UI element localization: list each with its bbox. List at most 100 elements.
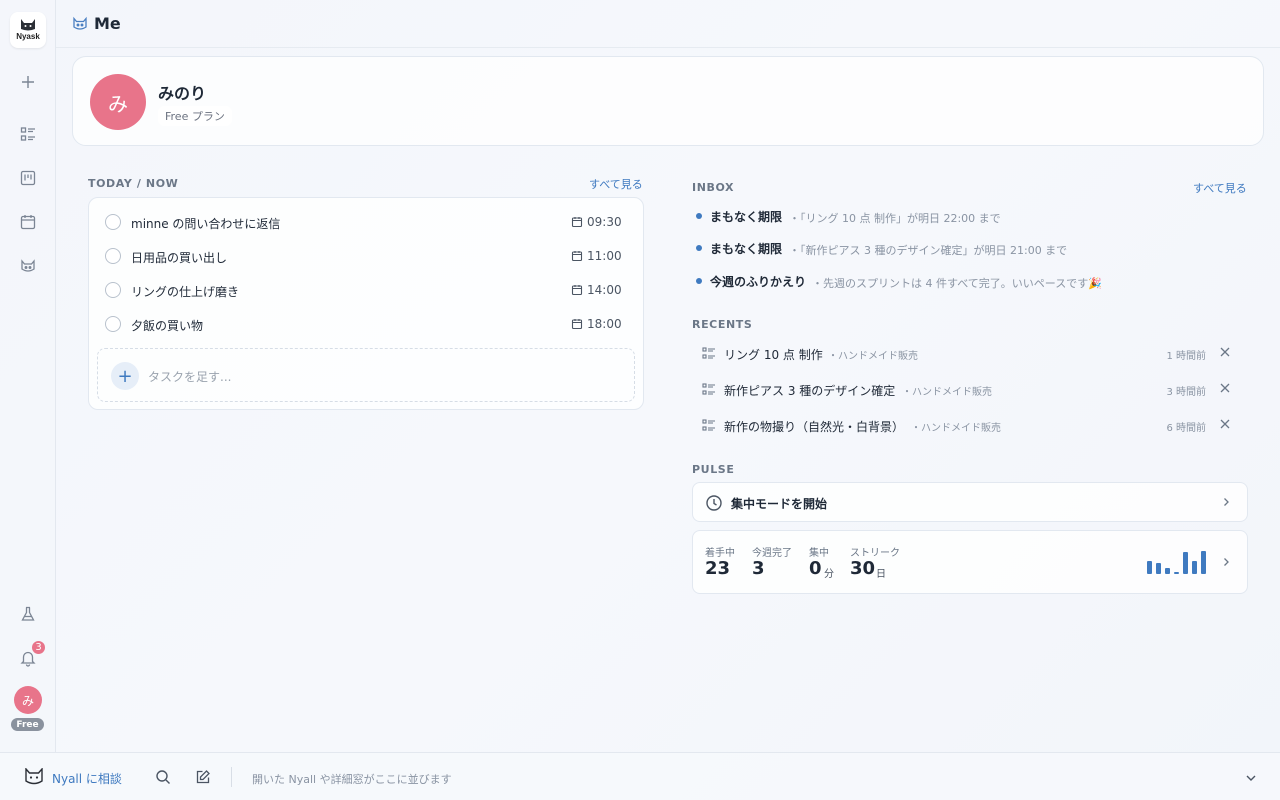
sparkline-bar xyxy=(1174,572,1179,574)
inbox-item-title: まもなく期限 xyxy=(710,210,783,224)
stats-card[interactable]: 着手中 23 今週完了 3 集中 0 分 ストリーク 30 日 xyxy=(692,530,1248,594)
today-see-all-link[interactable]: すべて見る xyxy=(589,176,643,192)
compose-icon[interactable] xyxy=(195,769,211,785)
page-header: Me xyxy=(56,0,1280,48)
inbox-see-all-link[interactable]: すべて見る xyxy=(1193,180,1247,196)
task-row[interactable]: 日用品の買い出し 11:00 xyxy=(89,239,645,273)
recent-item-project: ・ハンドメイド販売 xyxy=(911,423,1001,434)
task-row[interactable]: リングの仕上げ磨き 14:00 xyxy=(89,273,645,307)
inbox-item-title: まもなく期限 xyxy=(710,242,783,256)
recent-item-time: 6 時間前 xyxy=(1166,423,1206,434)
stat-value: 23 xyxy=(705,558,731,579)
calendar-icon[interactable] xyxy=(18,212,38,232)
list-icon xyxy=(702,347,715,359)
stat-label: 集中 xyxy=(809,548,829,559)
inbox-item-detail: ・先週のスプリントは 4 件すべて完了。いいペースです🎉 xyxy=(812,277,1102,290)
recent-item-title: 新作ピアス 3 種のデザイン確定 xyxy=(724,384,896,398)
list-icon[interactable] xyxy=(18,124,38,144)
windows-hint: 開いた Nyall や詳細窓がここに並びます xyxy=(252,773,452,786)
app-logo[interactable]: Nyask xyxy=(10,12,46,48)
logo-text: Nyask xyxy=(16,32,40,41)
calendar-icon xyxy=(571,285,583,296)
task-checkbox[interactable] xyxy=(105,316,121,332)
search-icon[interactable] xyxy=(155,769,171,785)
sidebar: Nyask 3 み Free xyxy=(0,0,56,752)
profile-avatar[interactable]: み xyxy=(90,74,146,130)
today-card: minne の問い合わせに返信 09:30 日用品の買い出し 11:00 リング… xyxy=(88,197,644,410)
add-task-input[interactable]: + タスクを足す... xyxy=(97,348,635,402)
task-time: 09:30 xyxy=(587,215,622,229)
close-icon[interactable] xyxy=(1218,381,1232,395)
profile-name: みのり xyxy=(158,84,207,103)
task-checkbox[interactable] xyxy=(105,248,121,264)
cat-logo-icon xyxy=(21,19,35,31)
today-section-title: TODAY / NOW xyxy=(88,177,179,190)
cat-icon[interactable] xyxy=(18,256,38,276)
recents-section-title: RECENTS xyxy=(692,318,753,331)
profile-plan-badge: Free プラン xyxy=(158,106,232,126)
stat-unit: 分 xyxy=(824,569,834,580)
unread-dot xyxy=(696,278,702,284)
inbox-section-title: INBOX xyxy=(692,181,735,194)
task-checkbox[interactable] xyxy=(105,282,121,298)
stat-value: 0 xyxy=(809,558,822,579)
plus-icon[interactable] xyxy=(18,72,38,92)
sparkline-bar xyxy=(1156,563,1161,574)
chevron-down-icon[interactable] xyxy=(1245,772,1257,784)
task-checkbox[interactable] xyxy=(105,214,121,230)
task-title: minne の問い合わせに返信 xyxy=(131,217,281,231)
inbox-item-title: 今週のふりかえり xyxy=(710,275,807,289)
recent-item[interactable]: リング 10 点 制作 ・ハンドメイド販売 1 時間前 xyxy=(692,341,1248,365)
board-icon[interactable] xyxy=(18,168,38,188)
calendar-icon xyxy=(571,217,583,228)
task-title: 夕飯の買い物 xyxy=(131,319,204,333)
page-title: Me xyxy=(94,14,121,33)
recent-item[interactable]: 新作ピアス 3 種のデザイン確定 ・ハンドメイド販売 3 時間前 xyxy=(692,377,1248,401)
list-icon xyxy=(702,419,715,431)
task-row[interactable]: minne の問い合わせに返信 09:30 xyxy=(89,205,645,239)
task-time: 11:00 xyxy=(587,249,622,263)
sparkline-bar xyxy=(1165,568,1170,574)
task-row[interactable]: 夕飯の買い物 18:00 xyxy=(89,307,645,341)
ask-nyall-button[interactable]: Nyall に相談 xyxy=(52,770,122,787)
pulse-section-title: PULSE xyxy=(692,463,735,476)
task-time: 18:00 xyxy=(587,317,622,331)
stat-label: ストリーク xyxy=(850,548,900,559)
recent-item-project: ・ハンドメイド販売 xyxy=(828,351,918,362)
cat-face-icon xyxy=(73,16,87,30)
recent-item-time: 3 時間前 xyxy=(1166,387,1206,398)
close-icon[interactable] xyxy=(1218,417,1232,431)
recent-item[interactable]: 新作の物撮り（自然光・白背景） ・ハンドメイド販売 6 時間前 xyxy=(692,413,1248,437)
task-time: 14:00 xyxy=(587,283,622,297)
sparkline-bar xyxy=(1147,561,1152,574)
calendar-icon xyxy=(571,251,583,262)
user-avatar[interactable]: み xyxy=(14,686,42,714)
stat-value: 30 xyxy=(850,558,876,579)
task-title: 日用品の買い出し xyxy=(131,251,228,265)
chevron-right-icon xyxy=(1224,498,1229,506)
notification-count-badge: 3 xyxy=(30,639,47,656)
stat-label: 今週完了 xyxy=(752,548,792,559)
add-task-plus-icon[interactable]: + xyxy=(111,362,139,390)
unread-dot xyxy=(696,213,702,219)
list-icon xyxy=(702,383,715,395)
sparkline-bar xyxy=(1201,551,1206,574)
flask-icon[interactable] xyxy=(18,604,38,624)
recent-item-time: 1 時間前 xyxy=(1166,351,1206,362)
unread-dot xyxy=(696,245,702,251)
inbox-item-detail: ・「リング 10 点 制作」が明日 22:00 まで xyxy=(789,212,1001,225)
focus-mode-label: 集中モードを開始 xyxy=(731,497,828,511)
stat-value: 3 xyxy=(752,558,765,579)
task-title: リングの仕上げ磨き xyxy=(131,285,240,299)
close-icon[interactable] xyxy=(1218,345,1232,359)
stat-unit: 日 xyxy=(876,569,886,580)
add-task-placeholder: タスクを足す... xyxy=(148,370,232,384)
recent-item-title: 新作の物撮り（自然光・白背景） xyxy=(724,420,905,434)
recent-item-title: リング 10 点 制作 xyxy=(724,348,823,362)
sparkline-bar xyxy=(1192,561,1197,574)
start-focus-mode-button[interactable]: 集中モードを開始 xyxy=(692,482,1248,522)
profile-card: み みのり Free プラン xyxy=(72,56,1264,146)
calendar-icon xyxy=(571,319,583,330)
divider xyxy=(231,767,232,787)
nyall-cat-icon[interactable] xyxy=(24,768,44,786)
